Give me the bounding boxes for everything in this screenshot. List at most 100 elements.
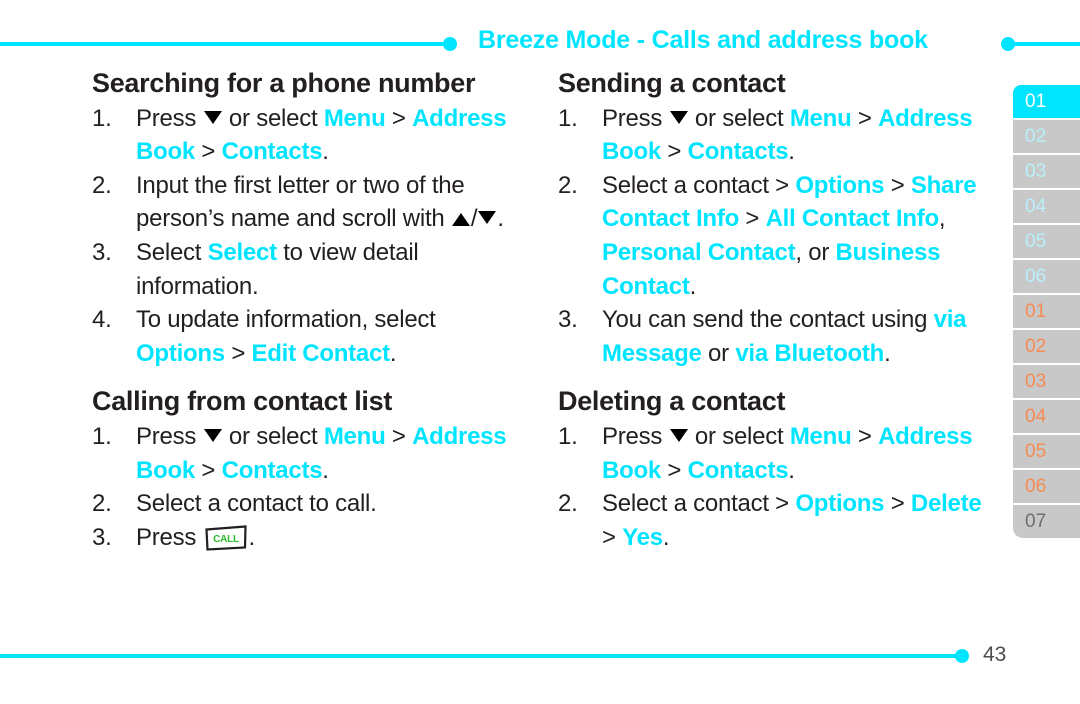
step-text: Press (136, 523, 203, 551)
content-section: Searching for a phone number 1. Press or s… (92, 68, 524, 370)
footer-rule (0, 654, 962, 658)
step-text: > (884, 490, 911, 518)
menu-path-token: Contacts (221, 138, 323, 166)
step-list: 1. Press or select Menu > Address Book > … (92, 420, 524, 554)
right-content-column: Sending a contact 1. Press or select Menu … (558, 68, 988, 564)
sidebar-tab-7[interactable]: 02 (1013, 330, 1080, 363)
step-text: . (689, 272, 697, 300)
header-rule-right (1010, 42, 1080, 46)
step-text: or select (688, 422, 790, 450)
menu-path-token: Menu (789, 422, 852, 450)
down-arrow-key-icon (669, 428, 688, 442)
section-heading: Deleting a contact (558, 386, 786, 417)
section-heading: Searching for a phone number (92, 68, 476, 98)
step-text: or select (222, 104, 324, 132)
step-number: 2. (92, 171, 112, 199)
menu-path-token: Personal Contact (602, 238, 796, 266)
step-list: 1. Press or select Menu > Address Book > … (92, 102, 524, 371)
sidebar-tab-2[interactable]: 03 (1013, 155, 1080, 188)
step-text: , or (795, 238, 836, 266)
sidebar-tab-9[interactable]: 04 (1013, 400, 1080, 433)
step-text: > (884, 171, 911, 199)
step-text: . (788, 456, 795, 484)
page-number: 43 (983, 643, 1007, 666)
step-item: 1. Press or select Menu > Address Book > … (92, 420, 524, 487)
step-item: 1. Press or select Menu > Address Book > … (558, 420, 988, 487)
step-text: , (938, 205, 946, 233)
chapter-tab-strip: 01 02 03 04 05 06 01 02 03 04 05 06 07 (1013, 85, 1080, 540)
step-item: 4. To update information, select Options … (92, 303, 524, 370)
step-number: 3. (92, 523, 112, 551)
left-content-column: Searching for a phone number 1. Press or s… (92, 68, 524, 564)
menu-path-token: Delete (910, 490, 982, 518)
down-arrow-key-icon (203, 428, 222, 442)
step-text: > (661, 456, 688, 484)
step-text: Press (136, 422, 203, 450)
step-text: > (738, 205, 766, 233)
step-text: > (224, 339, 252, 367)
sidebar-tab-4[interactable]: 05 (1013, 225, 1080, 258)
step-item: 1. Press or select Menu > Address Book > … (558, 102, 988, 169)
sidebar-tab-0[interactable]: 01 (1013, 85, 1080, 118)
sidebar-tab-3[interactable]: 04 (1013, 190, 1080, 223)
menu-path-token: All Contact Info (765, 205, 940, 233)
menu-path-token: Contacts (687, 456, 789, 484)
step-text: or select (688, 104, 790, 132)
menu-path-token: via Bluetooth (735, 339, 885, 367)
sidebar-tab-12[interactable]: 07 (1013, 505, 1080, 538)
step-number: 1. (558, 422, 578, 450)
step-item: 2. Select a contact > Options > Share Con… (558, 169, 988, 303)
menu-path-token: Contacts (687, 138, 789, 166)
menu-path-token: Yes (622, 523, 663, 551)
content-section: Calling from contact list 1. Press or sele… (92, 386, 524, 554)
sidebar-tab-5[interactable]: 06 (1013, 260, 1080, 293)
step-item: 2. Select a contact > Options > Delete > … (558, 487, 988, 554)
sidebar-tab-8[interactable]: 03 (1013, 365, 1080, 398)
step-item: 2. Input the first letter or two of the p… (92, 169, 524, 236)
step-text: or select (222, 422, 324, 450)
sidebar-tab-6[interactable]: 01 (1013, 295, 1080, 328)
step-text: Input the first letter or two of the per… (136, 171, 465, 233)
step-number: 4. (92, 306, 112, 334)
step-text: Press (602, 422, 669, 450)
step-text: > (851, 104, 879, 132)
menu-path-token: Select (207, 238, 277, 266)
sidebar-tab-10[interactable]: 05 (1013, 435, 1080, 468)
step-text: . (788, 138, 795, 166)
footer-rule-dot (955, 649, 969, 663)
step-text: . (322, 138, 329, 166)
step-text: > (385, 422, 413, 450)
page-header-title: Breeze Mode - Calls and address book (478, 26, 928, 54)
step-item: 3. Press CALL. (92, 521, 524, 555)
step-text: / (470, 205, 478, 233)
step-number: 1. (92, 104, 112, 132)
step-number: 1. (92, 422, 112, 450)
step-text: . (322, 456, 329, 484)
menu-path-token: Menu (323, 104, 386, 132)
step-number: 2. (92, 490, 112, 518)
step-number: 1. (558, 104, 578, 132)
sidebar-tab-11[interactable]: 06 (1013, 470, 1080, 503)
step-text: You can send the contact using (602, 306, 934, 334)
down-arrow-key-icon (203, 110, 222, 124)
down-arrow-key-icon (669, 110, 688, 124)
step-text: > (195, 456, 222, 484)
step-text: > (195, 138, 222, 166)
step-text: Press (136, 104, 203, 132)
step-text: . (389, 339, 397, 367)
sidebar-tab-1[interactable]: 02 (1013, 120, 1080, 153)
menu-path-token: Options (795, 490, 885, 518)
step-text: Select a contact > (602, 490, 796, 518)
step-item: 2. Select a contact to call. (92, 487, 524, 521)
step-text: Select a contact > (602, 171, 796, 199)
step-number: 2. (558, 490, 578, 518)
step-text: > (602, 523, 623, 551)
step-text: > (385, 104, 413, 132)
step-text: Select a contact to call. (136, 490, 377, 518)
content-section: Deleting a contact 1. Press or select Menu… (558, 386, 988, 554)
down-arrow-key-icon (478, 211, 497, 225)
step-text: or (701, 339, 736, 367)
menu-path-token: Edit Contact (251, 339, 391, 367)
section-heading: Sending a contact (558, 68, 786, 98)
header-rule-left-dot (443, 37, 457, 51)
